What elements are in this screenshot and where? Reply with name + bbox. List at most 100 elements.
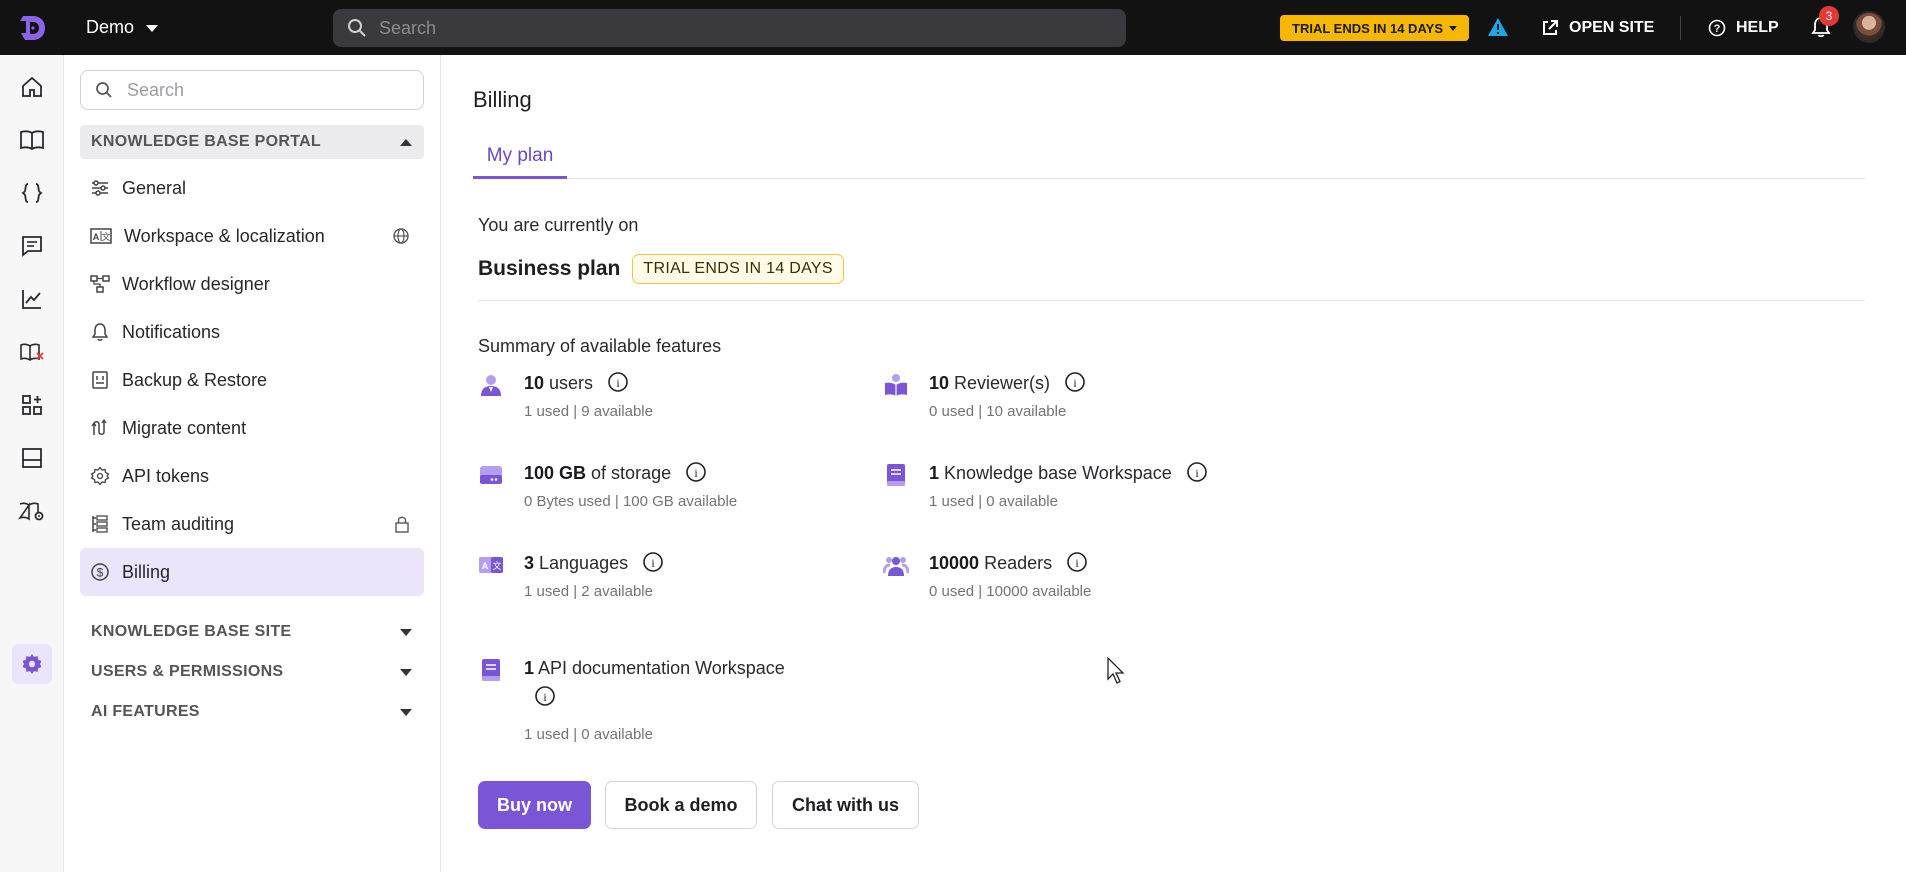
feature-title: 1 Knowledge base Workspace i (929, 460, 1249, 486)
rail-home[interactable] (12, 67, 52, 107)
code-braces-icon (21, 183, 43, 203)
section-ai-features[interactable]: AI FEATURES (80, 695, 424, 729)
project-switcher[interactable]: Demo (64, 0, 334, 55)
feature-users: 10 users i 1 used | 9 available (478, 370, 838, 430)
rail-api-docs[interactable] (12, 173, 52, 213)
feature-title: 100 GB of storage i (524, 460, 844, 486)
current-plan-label: You are currently on (478, 215, 639, 235)
info-icon[interactable]: i (607, 371, 629, 393)
feature-name: Reviewer(s) (949, 373, 1051, 393)
home-icon (22, 76, 42, 97)
external-link-icon (1543, 19, 1558, 35)
sidebar-item-migrate-content[interactable]: Migrate content (80, 404, 424, 452)
feature-name: Knowledge base Workspace (939, 463, 1172, 483)
section-title: AI FEATURES (91, 703, 200, 720)
sidebar-item-label: Notifications (122, 321, 221, 342)
feature-title: 10 Reviewer(s) i (929, 370, 1249, 396)
rail-widgets[interactable] (12, 438, 52, 478)
sidebar-item-label: Backup & Restore (122, 369, 268, 390)
chevron-down-icon (1449, 25, 1457, 31)
chevron-down-icon (400, 628, 412, 636)
help-label: HELP (1736, 18, 1779, 36)
sidebar-item-notifications[interactable]: Notifications (80, 308, 424, 356)
user-avatar[interactable] (1853, 11, 1885, 43)
rail-settings[interactable] (12, 644, 52, 684)
feature-usage: 0 Bytes used | 100 GB available (524, 493, 738, 510)
rail-analytics[interactable] (12, 279, 52, 319)
global-search[interactable] (333, 9, 1126, 47)
book-demo-button[interactable]: Book a demo (605, 781, 757, 829)
icon-rail (0, 55, 64, 872)
feature-title: 10000 Readers i (929, 550, 1249, 576)
sidebar-search[interactable] (80, 70, 424, 110)
sidebar-item-billing[interactable]: $ Billing (80, 548, 424, 596)
buy-now-button[interactable]: Buy now (478, 781, 591, 829)
trial-dropdown-button[interactable]: TRIAL ENDS IN 14 DAYS (1280, 15, 1469, 41)
feature-count: 1 (929, 463, 940, 483)
comment-icon (22, 236, 42, 257)
open-site-label: OPEN SITE (1569, 18, 1655, 36)
info-icon[interactable]: i (534, 685, 556, 707)
rail-apps[interactable] (12, 385, 52, 425)
open-site-button[interactable]: OPEN SITE (1541, 0, 1654, 55)
tab-my-plan[interactable]: My plan (473, 142, 567, 179)
feature-languages: A文 3 Languages i 1 used | 2 available (478, 550, 838, 610)
reviewer-icon (885, 374, 907, 396)
info-icon[interactable]: i (642, 551, 664, 573)
tab-bar: My plan (473, 142, 1865, 179)
trial-label: TRIAL ENDS IN 14 DAYS (1292, 20, 1443, 36)
sidebar-item-label: Billing (122, 561, 171, 582)
info-icon[interactable]: i (1186, 461, 1208, 483)
apps-icon (22, 395, 42, 415)
svg-text:文: 文 (101, 231, 110, 242)
chevron-up-icon (400, 138, 412, 146)
info-icon[interactable]: i (1064, 371, 1086, 393)
sidebar-item-backup-restore[interactable]: Backup & Restore (80, 356, 424, 404)
dollar-circle-icon: $ (91, 563, 109, 581)
feature-usage: 1 used | 0 available (524, 726, 653, 743)
global-search-input[interactable] (379, 17, 1079, 39)
migrate-icon (91, 418, 107, 435)
feature-count: 10 (929, 373, 950, 393)
svg-text:i: i (543, 690, 547, 704)
info-icon[interactable]: i (685, 461, 707, 483)
feature-name: users (544, 373, 594, 393)
rail-feedback[interactable] (12, 226, 52, 266)
language-icon: A文 (479, 557, 503, 573)
chat-with-us-button[interactable]: Chat with us (772, 781, 919, 829)
svg-text:i: i (694, 466, 698, 480)
warning-icon[interactable] (1487, 17, 1509, 42)
app-logo[interactable] (0, 0, 64, 55)
logo-icon (20, 15, 45, 40)
sidebar-item-team-auditing[interactable]: Team auditing (80, 500, 424, 548)
svg-text:?: ? (1714, 23, 1721, 35)
help-button[interactable]: ? HELP (1708, 0, 1779, 55)
rail-knowledge-base[interactable] (12, 120, 52, 160)
sidebar-item-workspace-localization[interactable]: A文 Workspace & localization (80, 212, 424, 260)
sidebar-item-label: Workflow designer (122, 273, 270, 294)
analytics-icon (22, 290, 41, 309)
book-icon (20, 130, 44, 151)
feature-name: Readers (979, 553, 1053, 573)
info-icon[interactable]: i (1066, 551, 1088, 573)
svg-text:i: i (651, 556, 655, 570)
feature-usage: 1 used | 2 available (524, 583, 653, 600)
sidebar-search-input[interactable] (127, 79, 407, 101)
search-icon (96, 82, 112, 98)
sliders-icon (92, 180, 108, 196)
svg-text:i: i (616, 376, 620, 390)
sidebar-item-general[interactable]: General (80, 164, 424, 212)
feature-kb-workspace: 1 Knowledge base Workspace i 1 used | 0 a… (883, 460, 1243, 520)
sidebar-item-api-tokens[interactable]: API tokens (80, 452, 424, 500)
rail-content-issues[interactable] (12, 332, 52, 372)
section-knowledge-base-site[interactable]: KNOWLEDGE BASE SITE (80, 615, 424, 649)
plan-row: Business plan TRIAL ENDS IN 14 DAYS (478, 254, 844, 284)
feature-usage: 0 used | 10000 available (929, 583, 1092, 600)
section-knowledge-base-portal[interactable]: KNOWLEDGE BASE PORTAL (80, 125, 424, 159)
rail-portal-settings[interactable] (12, 491, 52, 531)
project-name: Demo (86, 17, 135, 37)
svg-text:$: $ (97, 566, 104, 580)
sidebar-item-workflow-designer[interactable]: Workflow designer (80, 260, 424, 308)
sidebar-item-label: Workspace & localization (124, 225, 325, 246)
section-users-permissions[interactable]: USERS & PERMISSIONS (80, 655, 424, 689)
